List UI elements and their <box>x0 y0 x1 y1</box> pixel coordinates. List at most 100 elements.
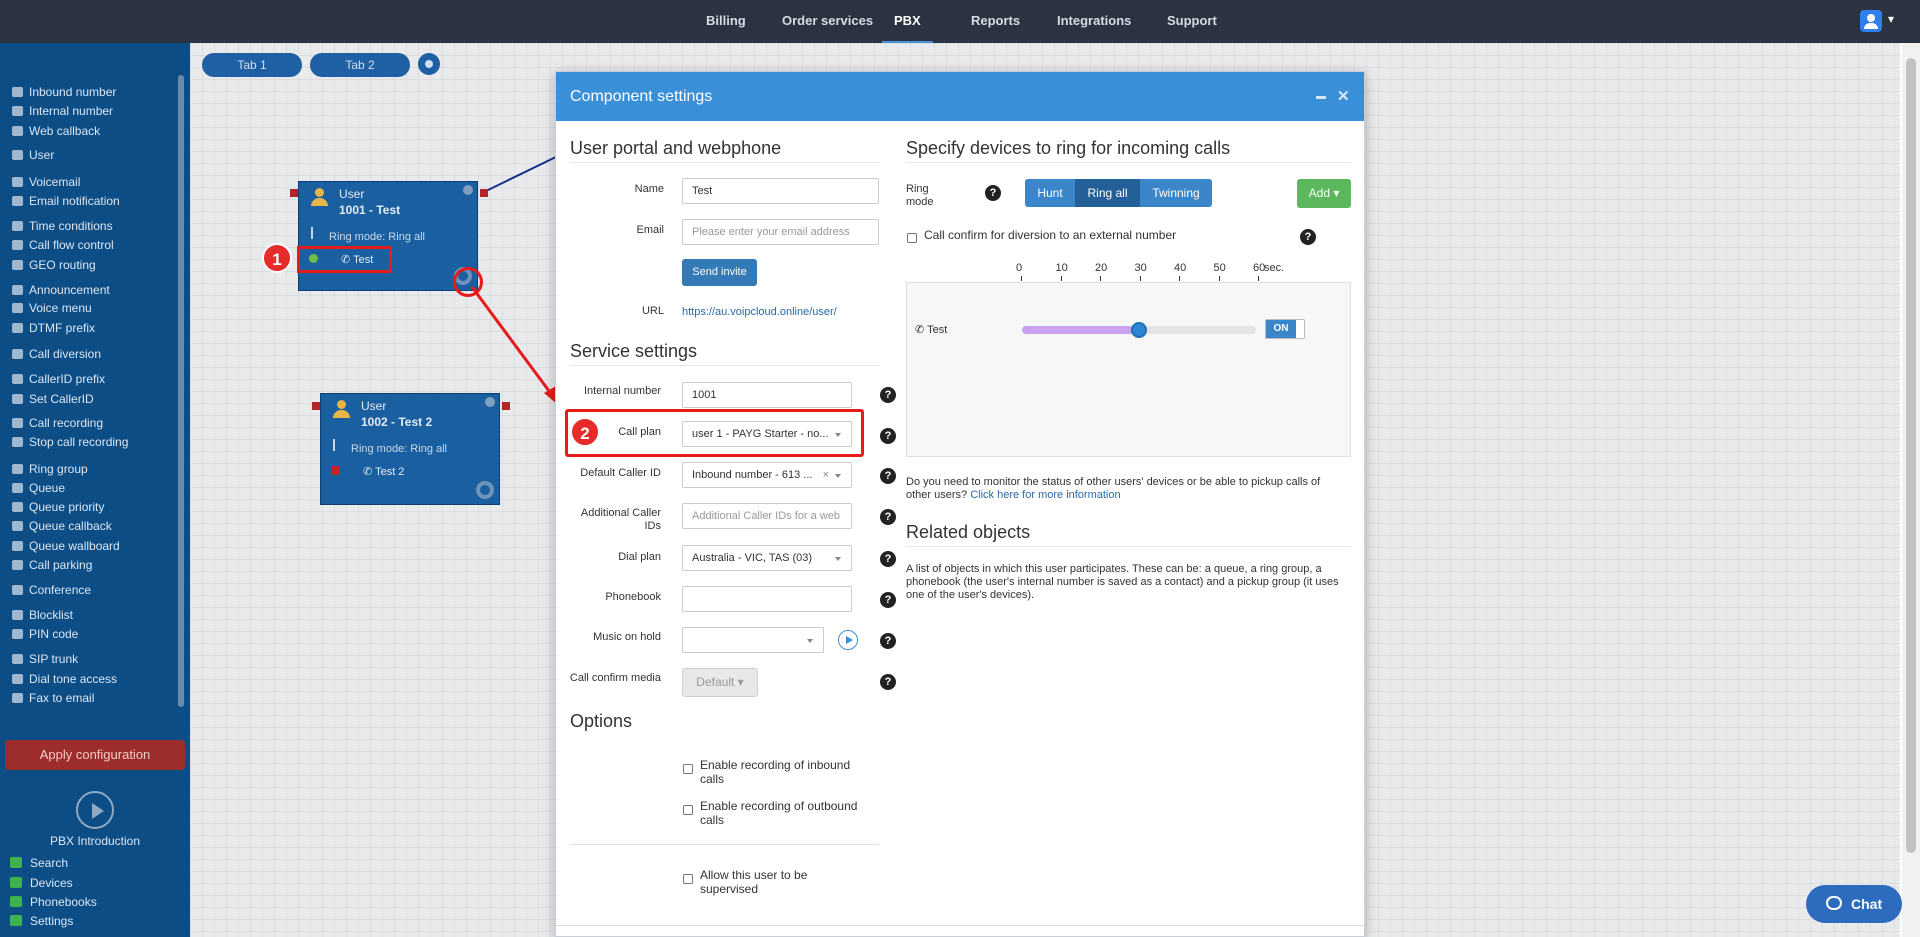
page-scrollbar-thumb[interactable] <box>1906 58 1916 853</box>
call-confirm-media-dropdown[interactable]: Default ▾ <box>682 668 758 697</box>
sidebar-item-voicemail[interactable]: Voicemail <box>12 174 80 190</box>
ring-mode-ring-all-button[interactable]: Ring all <box>1075 179 1140 207</box>
sidebar-item-queue[interactable]: Queue <box>12 480 65 496</box>
phonebook-input[interactable] <box>682 586 852 612</box>
gear-icon[interactable] <box>476 481 494 499</box>
nav-order-services[interactable]: Order services <box>782 0 873 43</box>
timeline-label: 40 <box>1174 262 1187 274</box>
chevron-down-icon[interactable]: ▾ <box>1888 12 1894 26</box>
add-device-button[interactable]: Add ▾ <box>1297 179 1351 208</box>
sidebar-item-queue-callback[interactable]: Queue callback <box>12 518 112 534</box>
sidebar-devices-link[interactable]: Devices <box>10 875 73 891</box>
additional-callerids-input[interactable]: Additional Caller IDs for a web <box>682 503 852 529</box>
sidebar-item-time-conditions[interactable]: Time conditions <box>12 218 113 234</box>
sidebar-item-inbound-number[interactable]: Inbound number <box>12 84 116 100</box>
sidebar-item-call-recording[interactable]: Call recording <box>12 415 103 431</box>
play-icon[interactable] <box>76 791 114 829</box>
dial-plan-select[interactable]: Australia - VIC, TAS (03) <box>682 545 852 571</box>
url-label: URL <box>641 305 664 317</box>
ring-mode-text: Ring mode: Ring all <box>351 443 447 455</box>
sidebar-item-call-diversion[interactable]: Call diversion <box>12 346 101 362</box>
send-invite-button[interactable]: Send invite <box>682 259 757 286</box>
minimize-icon[interactable] <box>1316 96 1326 99</box>
record-outbound-checkbox[interactable] <box>683 805 693 815</box>
timeline-label: 10 <box>1055 262 1068 274</box>
user-account-icon[interactable] <box>1860 10 1882 32</box>
input-port[interactable] <box>312 402 320 410</box>
apply-configuration-button[interactable]: Apply configuration <box>5 740 185 770</box>
sidebar-item-user[interactable]: User <box>12 147 54 163</box>
sidebar-item-conference[interactable]: Conference <box>12 582 91 598</box>
music-on-hold-select[interactable] <box>682 627 824 653</box>
sidebar-item-queue-priority[interactable]: Queue priority <box>12 499 104 515</box>
portal-url-link[interactable]: https://au.voipcloud.online/user/ <box>682 306 837 318</box>
refresh-icon <box>12 126 23 136</box>
node-type: User <box>339 187 365 201</box>
nav-support[interactable]: Support <box>1167 0 1217 43</box>
ban-icon <box>12 610 23 620</box>
call-confirm-checkbox[interactable] <box>907 233 917 243</box>
nav-pbx[interactable]: PBX <box>882 0 933 43</box>
close-icon[interactable]: ✕ <box>1337 87 1350 105</box>
sidebar-search-link[interactable]: Search <box>10 855 68 871</box>
help-icon[interactable]: ? <box>880 551 896 567</box>
internal-number-input[interactable]: 1001 <box>682 382 852 408</box>
user-node-1001[interactable]: User 1001 - Test Ring mode: Ring all ✆ T… <box>298 181 478 291</box>
help-icon[interactable]: ? <box>880 509 896 525</box>
sidebar-item-call-parking[interactable]: Call parking <box>12 557 92 573</box>
sidebar-item-callerid-prefix[interactable]: CallerID prefix <box>12 371 105 387</box>
output-port[interactable] <box>480 189 488 197</box>
sidebar-item-email-notification[interactable]: Email notification <box>12 193 120 209</box>
sidebar-item-dial-tone-access[interactable]: Dial tone access <box>12 671 117 687</box>
nav-reports[interactable]: Reports <box>971 0 1020 43</box>
record-inbound-checkbox[interactable] <box>683 764 693 774</box>
status-dot <box>331 466 340 475</box>
ring-slider-handle[interactable] <box>1131 322 1147 338</box>
sidebar-item-ring-group[interactable]: Ring group <box>12 461 88 477</box>
sidebar-item-sip-trunk[interactable]: SIP trunk <box>12 651 78 667</box>
help-icon[interactable]: ? <box>880 428 896 444</box>
supervised-checkbox[interactable] <box>683 874 693 884</box>
timeline-unit: sec. <box>1264 262 1285 274</box>
chat-button[interactable]: Chat <box>1806 885 1902 923</box>
email-input[interactable]: Please enter your email address <box>682 219 879 245</box>
sidebar-item-geo-routing[interactable]: GEO routing <box>12 257 96 273</box>
clear-icon[interactable]: × <box>823 463 829 487</box>
sidebar-item-web-callback[interactable]: Web callback <box>12 123 100 139</box>
sidebar-item-dtmf-prefix[interactable]: DTMF prefix <box>12 320 95 336</box>
related-objects-text: A list of objects in which this user par… <box>906 563 1339 601</box>
help-icon[interactable]: ? <box>1300 229 1316 245</box>
help-icon[interactable]: ? <box>880 468 896 484</box>
sidebar-item-announcement[interactable]: Announcement <box>12 282 110 298</box>
help-icon[interactable]: ? <box>985 185 1001 201</box>
pbx-introduction-link[interactable]: PBX Introduction <box>0 834 190 848</box>
ring-mode-twinning-button[interactable]: Twinning <box>1140 179 1212 207</box>
sidebar-item-fax-to-email[interactable]: Fax to email <box>12 690 94 706</box>
nav-billing[interactable]: Billing <box>706 0 746 43</box>
help-icon[interactable]: ? <box>880 674 896 690</box>
sidebar-item-pin-code[interactable]: PIN code <box>12 626 78 642</box>
nav-integrations[interactable]: Integrations <box>1057 0 1131 43</box>
input-port[interactable] <box>290 189 298 197</box>
sidebar-scrollbar[interactable] <box>178 75 184 707</box>
close-icon[interactable] <box>463 185 473 195</box>
play-icon[interactable] <box>838 630 858 650</box>
device-toggle[interactable]: ON <box>1265 319 1305 339</box>
ring-mode-hunt-button[interactable]: Hunt <box>1025 179 1075 207</box>
default-callerid-select[interactable]: Inbound number - 613 ... × <box>682 462 852 488</box>
redo-icon <box>12 349 23 359</box>
sidebar-settings-link[interactable]: Settings <box>10 913 73 929</box>
help-icon[interactable]: ? <box>880 592 896 608</box>
sidebar-phonebooks-link[interactable]: Phonebooks <box>10 894 97 910</box>
help-icon[interactable]: ? <box>880 387 896 403</box>
sidebar-item-queue-wallboard[interactable]: Queue wallboard <box>12 538 120 554</box>
sidebar-item-set-callerid[interactable]: Set CallerID <box>12 391 94 407</box>
sidebar-item-blocklist[interactable]: Blocklist <box>12 607 73 623</box>
sidebar-item-stop-call-recording[interactable]: Stop call recording <box>12 434 128 450</box>
sidebar-item-internal-number[interactable]: Internal number <box>12 103 113 119</box>
sidebar-item-voice-menu[interactable]: Voice menu <box>12 300 92 316</box>
sidebar-item-call-flow-control[interactable]: Call flow control <box>12 237 114 253</box>
help-icon[interactable]: ? <box>880 633 896 649</box>
more-information-link[interactable]: Click here for more information <box>970 489 1120 501</box>
name-input[interactable]: Test <box>682 178 879 204</box>
